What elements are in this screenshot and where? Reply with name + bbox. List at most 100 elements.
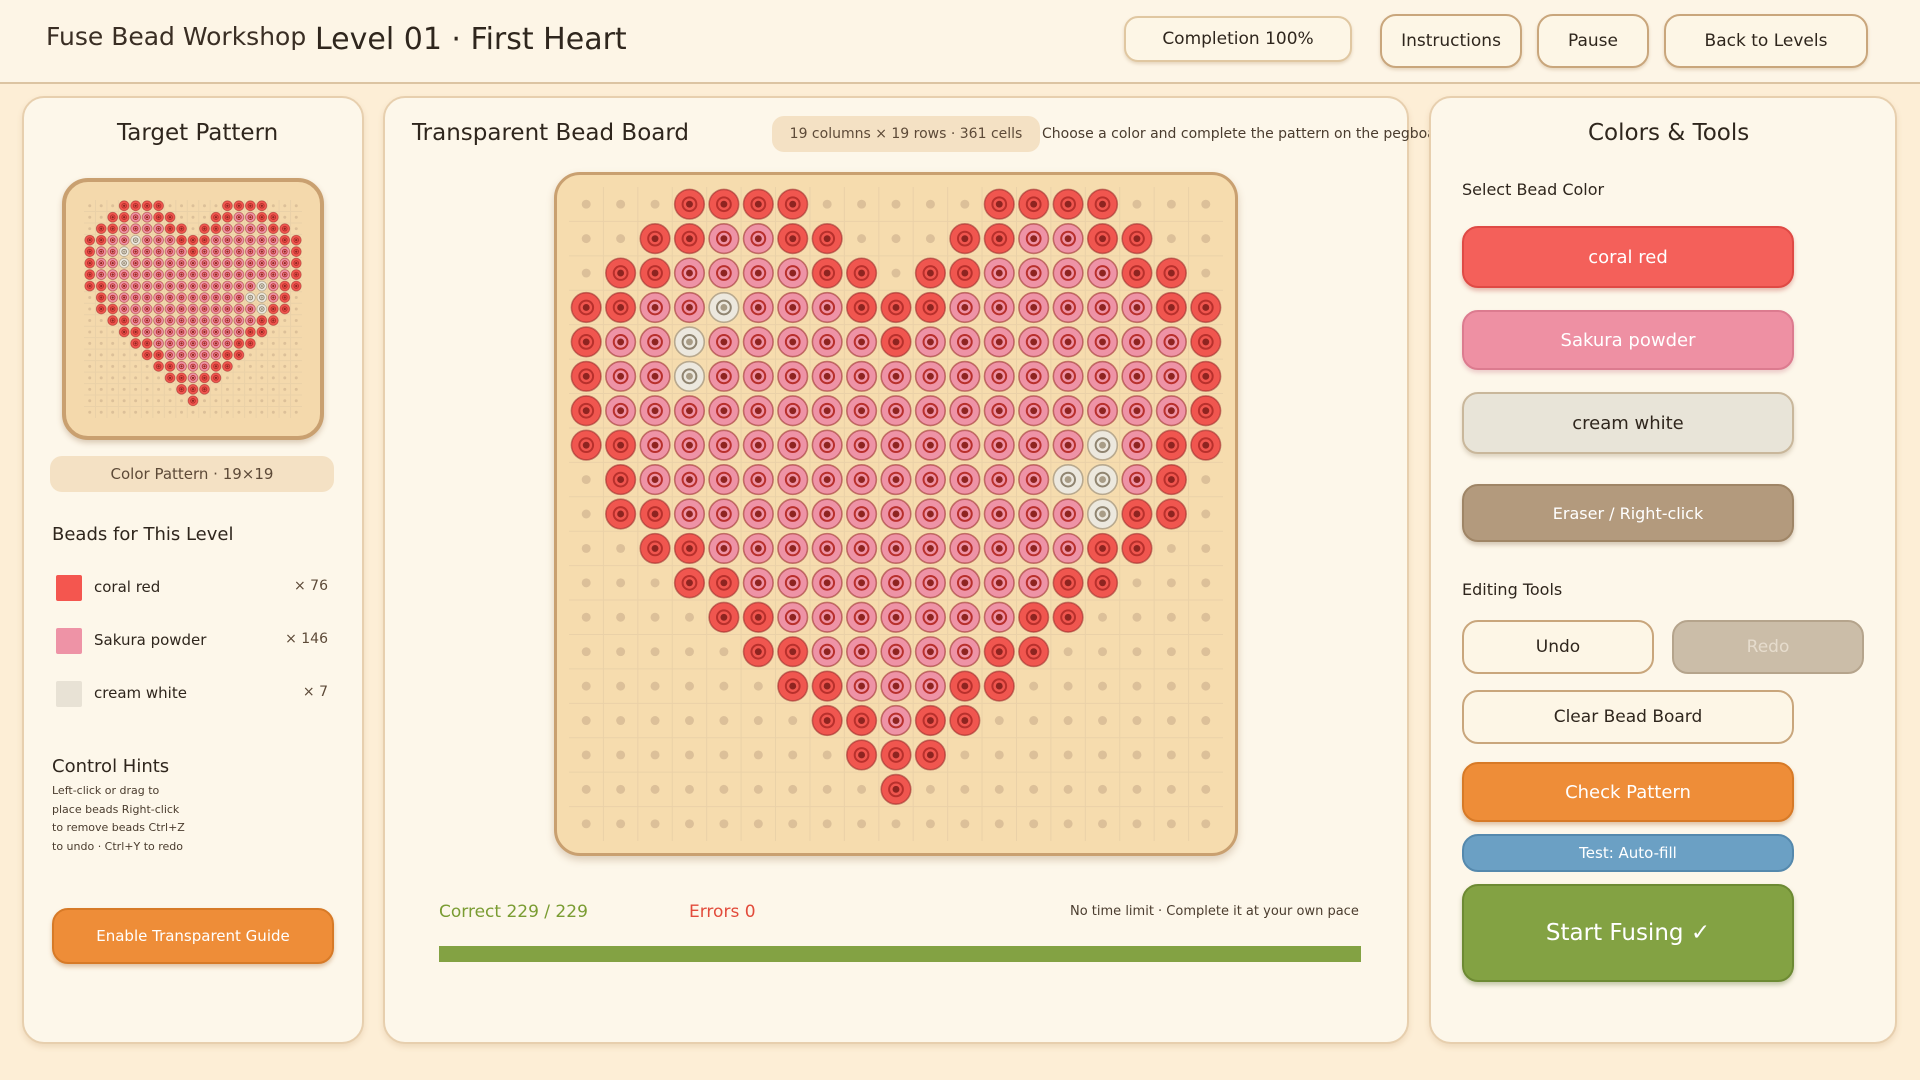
bead[interactable] xyxy=(1018,395,1050,427)
empty-peg[interactable] xyxy=(1201,612,1211,622)
bead[interactable] xyxy=(1086,532,1119,565)
bead[interactable] xyxy=(880,567,912,599)
bead[interactable] xyxy=(914,704,947,737)
bead[interactable] xyxy=(880,601,912,633)
empty-peg[interactable] xyxy=(1201,647,1211,657)
bead[interactable] xyxy=(1086,223,1119,255)
bead[interactable] xyxy=(880,291,912,324)
bead[interactable] xyxy=(1086,429,1119,461)
empty-peg[interactable] xyxy=(822,819,832,829)
bead[interactable] xyxy=(777,532,809,565)
empty-peg[interactable] xyxy=(857,819,867,829)
bead[interactable] xyxy=(983,429,1015,461)
empty-peg[interactable] xyxy=(1132,612,1142,622)
bead[interactable] xyxy=(983,567,1015,599)
bead[interactable] xyxy=(914,257,947,289)
bead[interactable] xyxy=(605,257,637,289)
empty-peg[interactable] xyxy=(684,716,694,726)
empty-peg[interactable] xyxy=(1166,612,1176,622)
empty-peg[interactable] xyxy=(857,234,867,244)
empty-peg[interactable] xyxy=(891,268,901,278)
empty-peg[interactable] xyxy=(1166,716,1176,726)
bead[interactable] xyxy=(983,291,1015,324)
bead[interactable] xyxy=(1121,395,1153,427)
bead[interactable] xyxy=(673,395,706,427)
bead[interactable] xyxy=(605,429,637,461)
bead[interactable] xyxy=(1052,463,1084,496)
bead[interactable] xyxy=(570,360,602,392)
bead[interactable] xyxy=(1121,257,1153,289)
bead[interactable] xyxy=(1121,291,1153,324)
bead[interactable] xyxy=(983,223,1015,255)
bead[interactable] xyxy=(1121,360,1153,392)
empty-peg[interactable] xyxy=(891,234,901,244)
empty-peg[interactable] xyxy=(788,784,798,794)
empty-peg[interactable] xyxy=(1201,199,1211,209)
bead[interactable] xyxy=(983,257,1015,289)
empty-peg[interactable] xyxy=(1166,578,1176,588)
bead[interactable] xyxy=(570,291,602,324)
empty-peg[interactable] xyxy=(1201,819,1211,829)
bead[interactable] xyxy=(983,636,1015,668)
bead[interactable] xyxy=(1052,291,1084,324)
bead[interactable] xyxy=(742,498,774,530)
auto-fill-button[interactable]: Test: Auto-fill xyxy=(1462,834,1794,872)
bead[interactable] xyxy=(673,429,706,461)
empty-peg[interactable] xyxy=(581,199,591,209)
empty-peg[interactable] xyxy=(684,784,694,794)
empty-peg[interactable] xyxy=(1132,681,1142,691)
empty-peg[interactable] xyxy=(753,784,763,794)
color-cream-white-button[interactable]: cream white xyxy=(1462,392,1794,454)
bead[interactable] xyxy=(914,532,947,565)
empty-peg[interactable] xyxy=(994,784,1004,794)
empty-peg[interactable] xyxy=(1029,784,1039,794)
bead[interactable] xyxy=(1190,429,1222,461)
bead[interactable] xyxy=(949,223,981,255)
empty-peg[interactable] xyxy=(581,509,591,519)
bead[interactable] xyxy=(880,670,912,702)
empty-peg[interactable] xyxy=(994,750,1004,760)
bead[interactable] xyxy=(983,498,1015,530)
bead[interactable] xyxy=(1086,326,1119,358)
bead[interactable] xyxy=(708,532,740,565)
empty-peg[interactable] xyxy=(960,199,970,209)
empty-peg[interactable] xyxy=(1201,784,1211,794)
empty-peg[interactable] xyxy=(684,750,694,760)
empty-peg[interactable] xyxy=(684,612,694,622)
empty-peg[interactable] xyxy=(1201,716,1211,726)
bead[interactable] xyxy=(880,739,912,771)
bead[interactable] xyxy=(1086,291,1119,324)
bead[interactable] xyxy=(1018,567,1050,599)
empty-peg[interactable] xyxy=(616,612,626,622)
bead[interactable] xyxy=(983,360,1015,392)
bead[interactable] xyxy=(742,188,774,220)
bead[interactable] xyxy=(914,601,947,633)
bead[interactable] xyxy=(983,188,1015,220)
bead[interactable] xyxy=(708,395,740,427)
bead[interactable] xyxy=(673,326,706,358)
bead[interactable] xyxy=(742,601,774,633)
bead[interactable] xyxy=(639,257,671,289)
bead[interactable] xyxy=(742,360,774,392)
pegboard-grid[interactable] xyxy=(569,187,1223,841)
bead[interactable] xyxy=(845,739,878,771)
empty-peg[interactable] xyxy=(1201,578,1211,588)
bead[interactable] xyxy=(1018,463,1050,496)
bead[interactable] xyxy=(1155,291,1187,324)
bead[interactable] xyxy=(1052,326,1084,358)
bead[interactable] xyxy=(639,498,671,530)
bead[interactable] xyxy=(880,326,912,358)
bead[interactable] xyxy=(914,498,947,530)
empty-peg[interactable] xyxy=(581,750,591,760)
empty-peg[interactable] xyxy=(822,784,832,794)
empty-peg[interactable] xyxy=(925,234,935,244)
bead[interactable] xyxy=(811,463,843,496)
bead[interactable] xyxy=(1052,188,1084,220)
bead[interactable] xyxy=(914,670,947,702)
empty-peg[interactable] xyxy=(719,716,729,726)
empty-peg[interactable] xyxy=(1166,199,1176,209)
bead[interactable] xyxy=(949,498,981,530)
bead[interactable] xyxy=(1018,498,1050,530)
empty-peg[interactable] xyxy=(684,819,694,829)
empty-peg[interactable] xyxy=(581,716,591,726)
